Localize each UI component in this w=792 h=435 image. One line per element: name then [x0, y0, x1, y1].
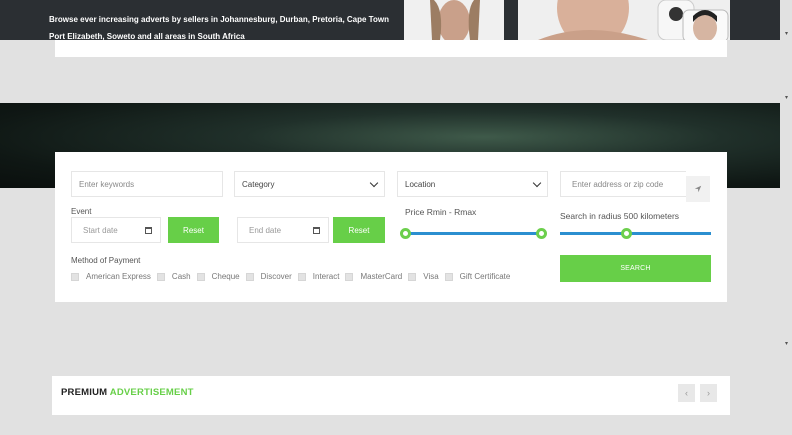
reset-start-date-button[interactable]: Reset: [168, 217, 219, 243]
location-select-label: Location: [405, 179, 436, 189]
address-input[interactable]: [568, 179, 686, 189]
payment-option-label: Cheque: [211, 272, 240, 281]
checkbox[interactable]: [444, 272, 453, 281]
checkbox[interactable]: [297, 272, 306, 281]
start-date-placeholder: Start date: [83, 225, 118, 235]
chevron-left-icon: ‹: [685, 388, 688, 398]
checkbox[interactable]: [156, 272, 165, 281]
payment-option-gift-certificate[interactable]: Gift Certificate: [444, 272, 511, 281]
payment-option-label: MasterCard: [360, 272, 403, 281]
hero-banner: Browse ever increasing adverts by seller…: [0, 0, 780, 41]
location-arrow-icon: [694, 185, 702, 193]
location-select[interactable]: Location: [397, 171, 548, 197]
checkbox[interactable]: [408, 272, 417, 281]
payment-option-interact[interactable]: Interact: [297, 272, 340, 281]
chevron-right-icon: ›: [707, 388, 710, 398]
price-slider-track[interactable]: [406, 232, 542, 235]
scroll-down-icon[interactable]: ▾: [785, 340, 788, 347]
end-date-placeholder: End date: [249, 225, 282, 235]
checkbox[interactable]: [245, 272, 254, 281]
radius-slider-track[interactable]: [560, 232, 711, 235]
payment-option-label: Gift Certificate: [459, 272, 511, 281]
payment-option-label: Interact: [312, 272, 340, 281]
carousel-next-button[interactable]: ›: [700, 384, 717, 402]
price-min-handle[interactable]: [400, 228, 411, 239]
payment-option-american-express[interactable]: American Express: [71, 272, 151, 281]
payment-option-mastercard[interactable]: MasterCard: [345, 272, 402, 281]
category-select[interactable]: Category: [234, 171, 385, 197]
payment-methods: American Express Cash Cheque Discover In…: [71, 272, 516, 281]
payment-option-visa[interactable]: Visa: [408, 272, 439, 281]
radius-handle[interactable]: [621, 228, 632, 239]
scroll-down-icon[interactable]: ▾: [785, 94, 788, 101]
checkbox[interactable]: [196, 272, 205, 281]
checkbox[interactable]: [345, 272, 354, 281]
scroll-down-icon[interactable]: ▾: [785, 30, 788, 37]
checkbox[interactable]: [71, 272, 79, 281]
premium-advertisement-section: PREMIUM ADVERTISEMENT ‹ ›: [52, 376, 730, 415]
chevron-down-icon: [369, 178, 379, 187]
reset-end-date-button[interactable]: Reset: [333, 217, 385, 243]
payment-option-label: Cash: [171, 272, 191, 281]
event-label: Event: [71, 207, 92, 216]
payment-option-label: Visa: [423, 272, 439, 281]
hero-image-skincare: [518, 0, 730, 40]
start-date-input[interactable]: Start date: [71, 217, 161, 243]
chevron-down-icon: [532, 178, 542, 187]
keywords-field[interactable]: [71, 171, 223, 197]
top-card-bottom: [55, 40, 727, 57]
payment-option-cheque[interactable]: Cheque: [196, 272, 240, 281]
hero-image-woman: [404, 0, 504, 40]
calendar-icon: [313, 227, 320, 234]
calendar-icon: [145, 227, 152, 234]
payment-option-cash[interactable]: Cash: [156, 272, 191, 281]
radius-label: Search in radius 500 kilometers: [560, 211, 680, 221]
section-title-part-1: PREMIUM: [61, 387, 108, 398]
payment-option-label: Discover: [260, 272, 292, 281]
keywords-input[interactable]: [79, 179, 222, 189]
carousel-prev-button[interactable]: ‹: [678, 384, 695, 402]
price-label: Price Rmin - Rmax: [405, 207, 477, 217]
section-title-part-2: ADVERTISEMENT: [109, 387, 194, 398]
category-select-label: Category: [242, 179, 275, 189]
section-title: PREMIUM ADVERTISEMENT: [61, 387, 194, 398]
hero-line-1: Browse ever increasing adverts by seller…: [49, 15, 389, 24]
payment-option-label: American Express: [86, 272, 151, 281]
end-date-input[interactable]: End date: [237, 217, 329, 243]
address-field[interactable]: [560, 171, 686, 197]
payment-option-discover[interactable]: Discover: [245, 272, 292, 281]
search-button[interactable]: SEARCH: [560, 255, 711, 282]
locate-me-button[interactable]: [686, 176, 710, 202]
price-max-handle[interactable]: [536, 228, 547, 239]
payment-method-label: Method of Payment: [71, 256, 141, 265]
